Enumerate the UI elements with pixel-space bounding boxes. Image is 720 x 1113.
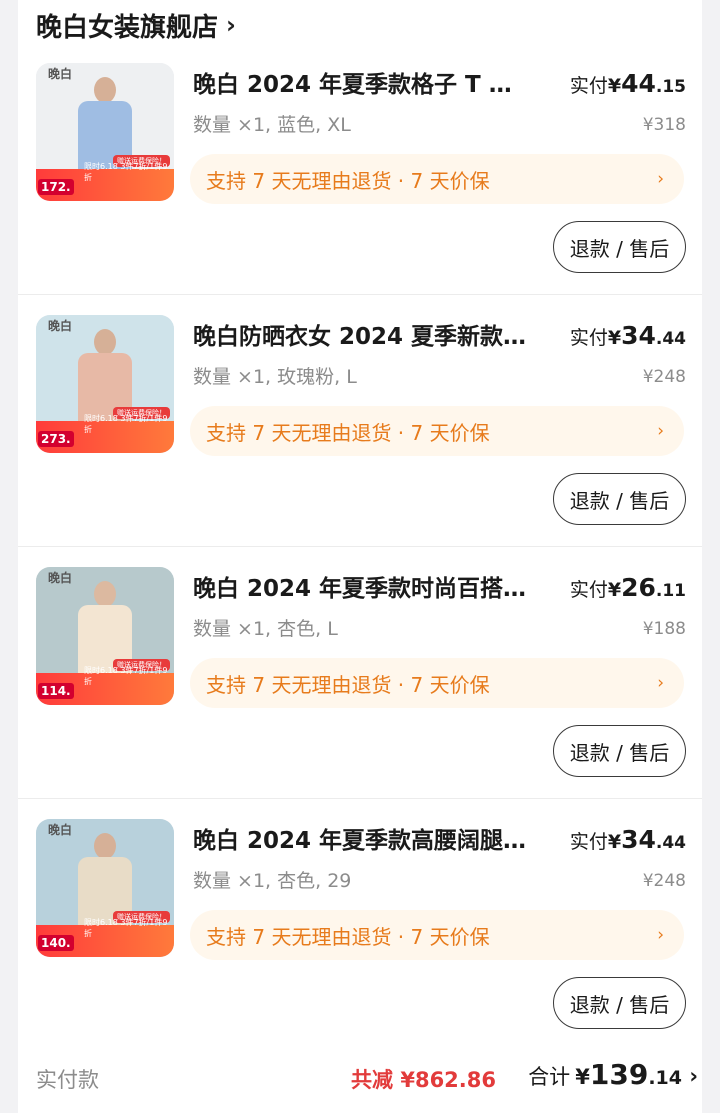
return-guarantee-bar[interactable]: 支持 7 天无理由退货 · 7 天价保 ›	[190, 406, 684, 456]
return-guarantee-bar[interactable]: 支持 7 天无理由退货 · 7 天价保 ›	[190, 658, 684, 708]
order-item[interactable]: 晚白 赠送运费保险！ 172. 限时6.18 3件7折/1件9折 晚白 2024…	[18, 43, 702, 295]
guarantee-text: 支持 7 天无理由退货 · 7 天价保	[206, 924, 490, 949]
promo-line: 限时6.18 3件7折/1件9折	[84, 162, 168, 182]
paid-currency: ¥	[607, 831, 622, 853]
paid-label: 实付	[569, 75, 608, 97]
product-spec: 数量 ×1, 蓝色, XL	[193, 114, 351, 136]
paid-price: 实付¥44.15	[570, 69, 686, 98]
actual-payment-label: 实付款	[36, 1068, 99, 1092]
paid-price: 实付¥34.44	[570, 825, 686, 854]
original-price: ¥248	[642, 367, 686, 387]
paid-decimal: .44	[655, 329, 686, 349]
original-price: ¥188	[642, 619, 686, 639]
order-item[interactable]: 晚白 赠送运费保险！ 140. 限时6.18 3件7折/1件9折 晚白 2024…	[18, 799, 702, 1051]
paid-price: 实付¥26.11	[570, 573, 686, 602]
paid-decimal: .15	[655, 77, 686, 97]
promo-price: 273.	[38, 431, 74, 447]
model-head	[94, 833, 116, 859]
total-integer: 139	[589, 1058, 649, 1091]
chevron-right-icon: ›	[657, 925, 664, 945]
return-guarantee-bar[interactable]: 支持 7 天无理由退货 · 7 天价保 ›	[190, 154, 684, 204]
paid-label: 实付	[569, 327, 608, 349]
product-title[interactable]: 晚白防晒衣女 2024 夏季新款…	[193, 320, 533, 354]
refund-button[interactable]: 退款 / 售后	[553, 977, 686, 1029]
order-item[interactable]: 晚白 赠送运费保险！ 273. 限时6.18 3件7折/1件9折 晚白防晒衣女 …	[18, 295, 702, 547]
guarantee-text: 支持 7 天无理由退货 · 7 天价保	[206, 420, 490, 445]
order-item[interactable]: 晚白 赠送运费保险！ 114. 限时6.18 3件7折/1件9折 晚白 2024…	[18, 547, 702, 799]
paid-integer: 34	[621, 825, 656, 854]
paid-decimal: .44	[655, 833, 686, 853]
product-spec: 数量 ×1, 玫瑰粉, L	[193, 366, 357, 388]
total-label: 合计	[528, 1065, 571, 1089]
total-discount: 共减 ¥862.86	[351, 1068, 496, 1092]
promo-line: 限时6.18 3件7折/1件9折	[84, 414, 168, 434]
order-total-bar[interactable]: 实付款 共减 ¥862.86 合计 ¥139.14 ›	[18, 1050, 702, 1110]
order-card: 晚白女装旗舰店 › 晚白 赠送运费保险！ 172. 限时6.18 3件7折/1件…	[18, 0, 702, 1113]
brand-logo: 晚白	[48, 67, 73, 81]
product-title[interactable]: 晚白 2024 年夏季款高腰阔腿…	[193, 824, 533, 858]
product-spec: 数量 ×1, 杏色, L	[193, 618, 338, 640]
refund-button[interactable]: 退款 / 售后	[553, 725, 686, 777]
paid-currency: ¥	[607, 327, 622, 349]
promo-line: 限时6.18 3件7折/1件9折	[84, 918, 168, 938]
product-thumbnail[interactable]: 晚白 赠送运费保险！ 114. 限时6.18 3件7折/1件9折	[36, 567, 174, 705]
product-title[interactable]: 晚白 2024 年夏季款时尚百搭…	[193, 572, 533, 606]
return-guarantee-bar[interactable]: 支持 7 天无理由退货 · 7 天价保 ›	[190, 910, 684, 960]
chevron-right-icon[interactable]: ›	[689, 1064, 698, 1088]
total-decimal: .14	[648, 1067, 682, 1089]
paid-price: 实付¥34.44	[570, 321, 686, 350]
original-price: ¥248	[642, 871, 686, 891]
product-title[interactable]: 晚白 2024 年夏季款格子 T 恤…	[193, 68, 533, 102]
brand-logo: 晚白	[48, 823, 73, 837]
refund-button[interactable]: 退款 / 售后	[553, 221, 686, 273]
product-thumbnail[interactable]: 晚白 赠送运费保险！ 273. 限时6.18 3件7折/1件9折	[36, 315, 174, 453]
brand-logo: 晚白	[48, 571, 73, 585]
promo-price: 114.	[38, 683, 74, 699]
promo-line: 限时6.18 3件7折/1件9折	[84, 666, 168, 686]
paid-integer: 34	[621, 321, 656, 350]
chevron-right-icon: ›	[657, 673, 664, 693]
paid-currency: ¥	[607, 75, 622, 97]
paid-label: 实付	[569, 579, 608, 601]
product-spec: 数量 ×1, 杏色, 29	[193, 870, 352, 892]
guarantee-text: 支持 7 天无理由退货 · 7 天价保	[206, 168, 490, 193]
promo-price: 172.	[38, 179, 74, 195]
shop-name[interactable]: 晚白女装旗舰店	[36, 7, 218, 44]
chevron-right-icon: ›	[657, 421, 664, 441]
paid-currency: ¥	[607, 579, 622, 601]
chevron-right-icon[interactable]: ›	[226, 11, 236, 39]
chevron-right-icon: ›	[657, 169, 664, 189]
product-thumbnail[interactable]: 晚白 赠送运费保险！ 140. 限时6.18 3件7折/1件9折	[36, 819, 174, 957]
paid-label: 实付	[569, 831, 608, 853]
model-head	[94, 581, 116, 607]
paid-integer: 26	[621, 573, 656, 602]
refund-button[interactable]: 退款 / 售后	[553, 473, 686, 525]
product-thumbnail[interactable]: 晚白 赠送运费保险！ 172. 限时6.18 3件7折/1件9折	[36, 63, 174, 201]
order-total: 合计 ¥139.14	[528, 1058, 682, 1091]
brand-logo: 晚白	[48, 319, 73, 333]
promo-price: 140.	[38, 935, 74, 951]
total-currency: ¥	[575, 1065, 590, 1089]
original-price: ¥318	[642, 115, 686, 135]
paid-integer: 44	[621, 69, 656, 98]
model-head	[94, 77, 116, 103]
shop-header[interactable]: 晚白女装旗舰店 ›	[36, 6, 236, 44]
paid-decimal: .11	[655, 581, 686, 601]
guarantee-text: 支持 7 天无理由退货 · 7 天价保	[206, 672, 490, 697]
model-head	[94, 329, 116, 355]
